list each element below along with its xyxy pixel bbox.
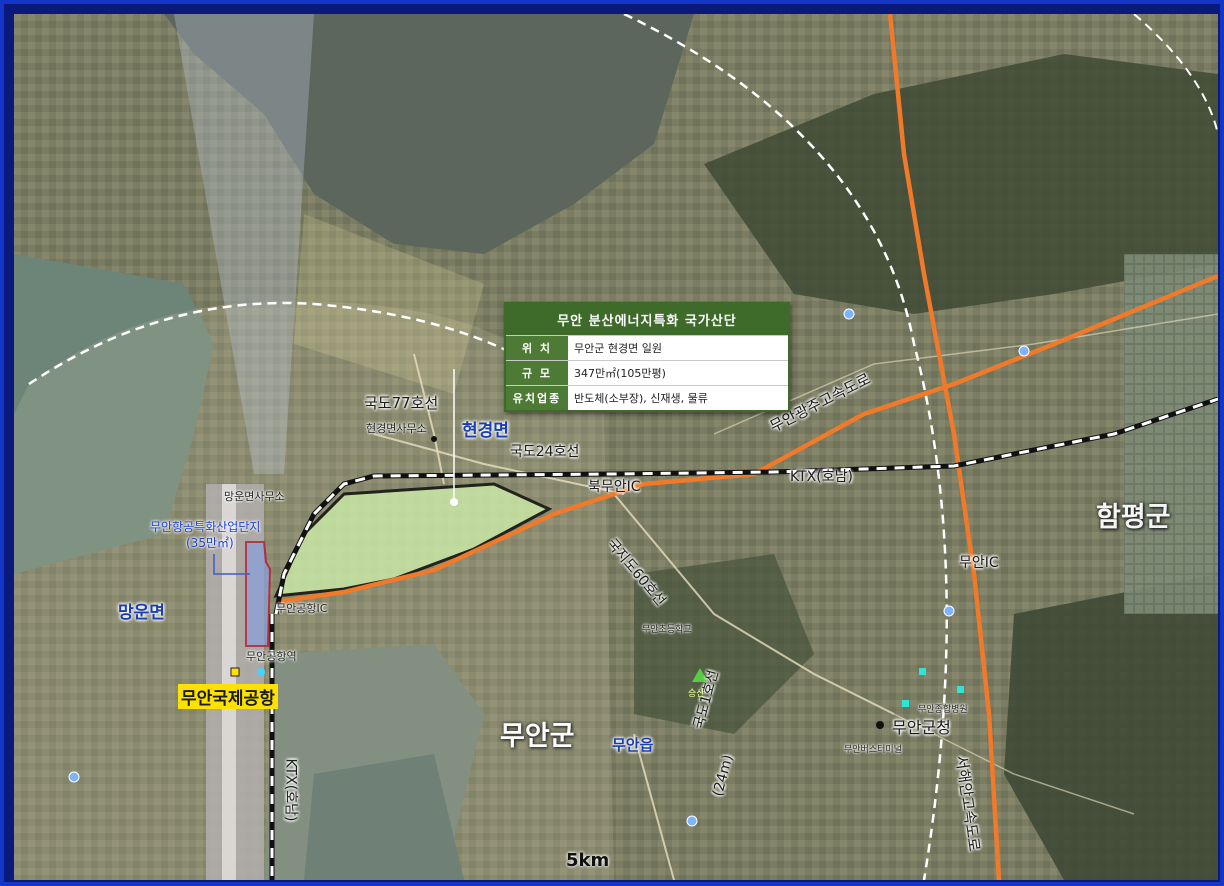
popup-key: 규 모 <box>506 360 568 386</box>
popup-table: 위 치 무안군 현경면 일원 규 모 347만㎡(105만평) 유치업종 반도체… <box>506 335 788 410</box>
hospital-marker-3 <box>902 700 909 707</box>
airport-ic-label: 무안공항IC <box>276 602 328 615</box>
popup-value: 347만㎡(105만평) <box>568 360 788 386</box>
popup-value: 무안군 현경면 일원 <box>568 335 788 361</box>
muan-airport-label: 무안국제공항 <box>178 684 278 709</box>
hampyeong-label: 함평군 <box>1096 502 1171 533</box>
muan-ic-label: 무안IC <box>959 555 999 571</box>
muan-county-office-label: 무안군청 <box>892 718 951 737</box>
ktx-honam-label: KTX(호남) <box>790 469 853 485</box>
popup-key: 유치업종 <box>506 385 568 410</box>
mangun-office-label: 망운면사무소 <box>224 490 285 503</box>
airport-complex-zone <box>245 541 272 647</box>
airport-complex-size-label: (35만㎡) <box>186 536 234 550</box>
hospital-marker-1 <box>919 668 926 675</box>
hospital-label: 무안종합병원 <box>918 705 968 715</box>
muan-eup-label: 무안읍 <box>612 736 654 754</box>
road77-label: 국도77호선 <box>364 394 439 412</box>
ic-marker-1 <box>1018 345 1030 357</box>
ic-marker-3 <box>943 605 955 617</box>
airport-marker <box>230 667 240 677</box>
site-info-popup: 무안 분산에너지특화 국가산단 위 치 무안군 현경면 일원 규 모 347만㎡… <box>504 302 790 412</box>
seungdal-label: 승산 <box>688 689 705 699</box>
ic-marker-4 <box>686 815 698 827</box>
muan-elementary-label: 무안초등학교 <box>642 625 692 635</box>
hospital-marker-2 <box>957 686 964 693</box>
popup-title: 무안 분산에너지특화 국가산단 <box>506 304 788 335</box>
mangun-label: 망운면 <box>118 603 165 623</box>
map-frame: 국도77호선 현경면사무소 현경면 국도24호선 북무안IC KTX(호남) 무… <box>0 0 1224 886</box>
county-office-marker <box>876 721 884 729</box>
airport-station-marker <box>257 668 265 676</box>
airport-station-label: 무안공항역 <box>246 650 297 663</box>
hyeongyeong-label: 현경면 <box>462 421 509 441</box>
airport-complex-label: 무안항공특화산업단지 <box>150 520 261 534</box>
muan-terminal-label: 무안버스터미널 <box>844 745 902 755</box>
popup-value: 반도체(소부장), 신재생, 물류 <box>568 385 788 410</box>
satellite-map[interactable]: 국도77호선 현경면사무소 현경면 국도24호선 북무안IC KTX(호남) 무… <box>14 14 1218 880</box>
popup-row: 규 모 347만㎡(105만평) <box>506 360 788 386</box>
muan-gun-label: 무안군 <box>500 721 575 752</box>
popup-row: 유치업종 반도체(소부장), 신재생, 물류 <box>506 385 788 410</box>
ic-marker-5 <box>68 771 80 783</box>
radius-label: 5km <box>566 850 610 871</box>
bukmuan-ic-label: 북무안IC <box>588 479 641 495</box>
ic-marker-2 <box>843 308 855 320</box>
ktx-vertical-label: KTX(호남) <box>282 758 299 822</box>
popup-key: 위 치 <box>506 335 568 361</box>
hyeongyeong-office-marker <box>431 436 437 442</box>
road24-label: 국도24호선 <box>510 444 580 460</box>
hyeongyeong-office-label: 현경면사무소 <box>366 422 427 435</box>
site-center-marker <box>450 498 458 506</box>
popup-row: 위 치 무안군 현경면 일원 <box>506 335 788 361</box>
